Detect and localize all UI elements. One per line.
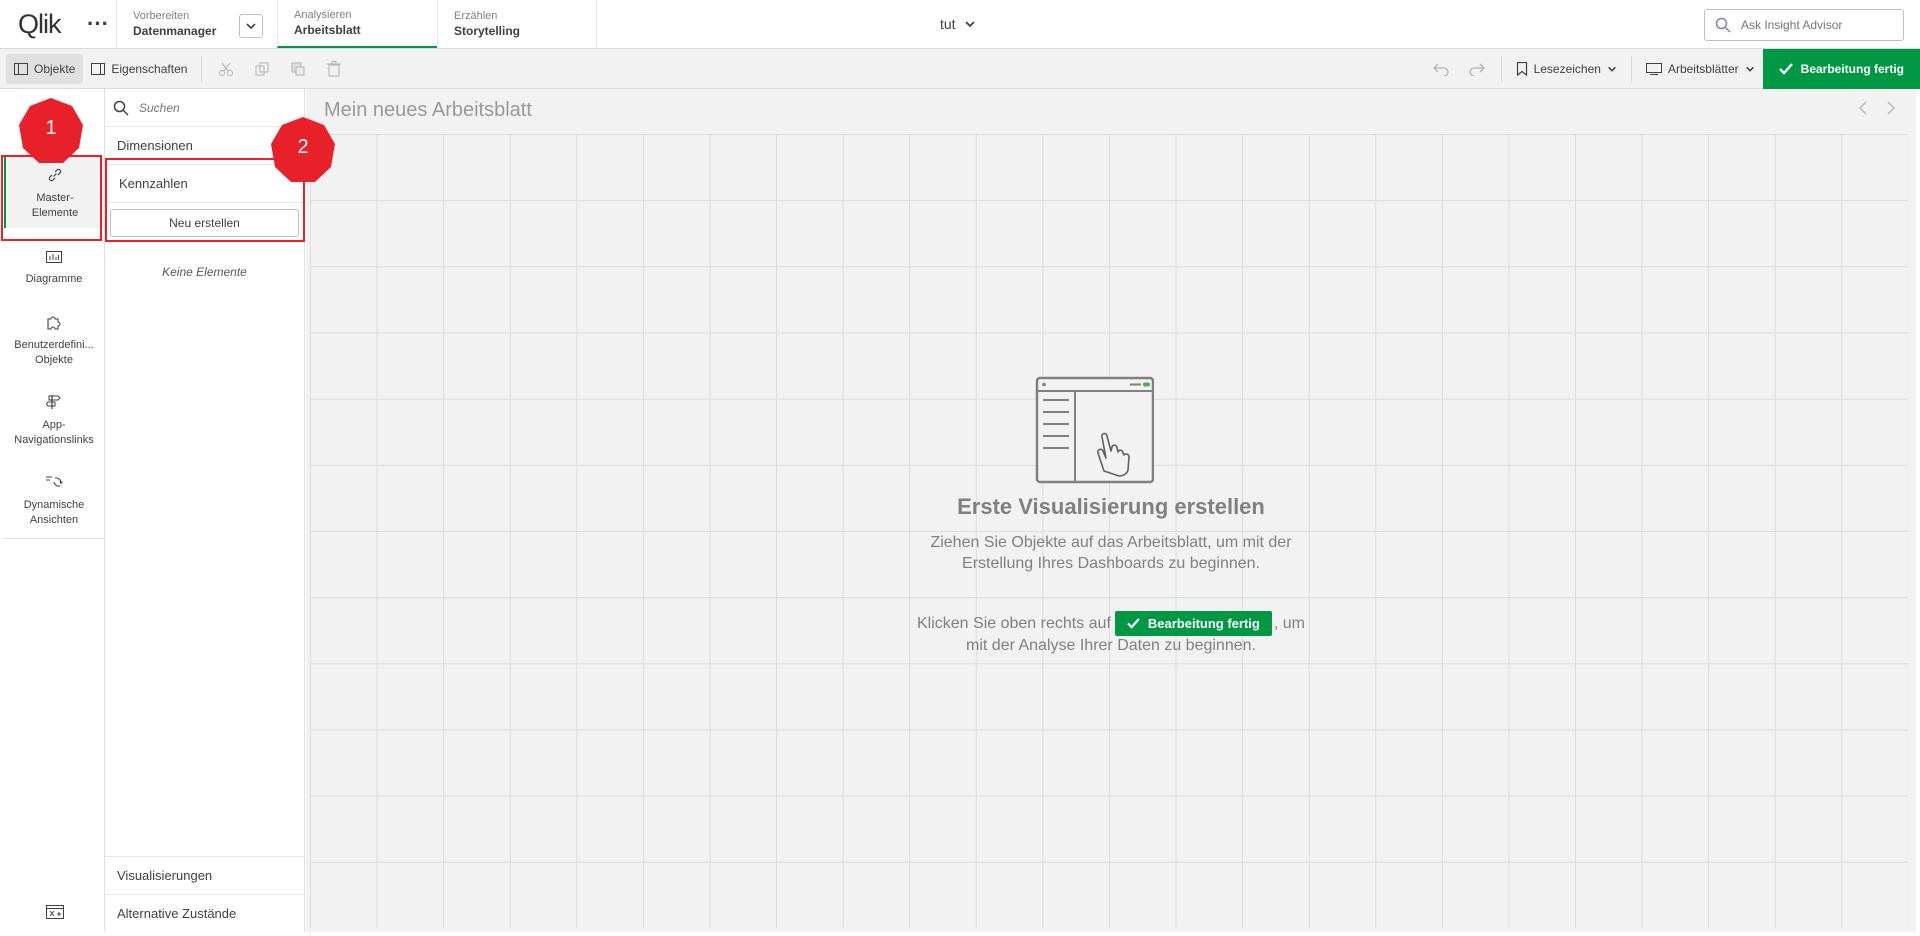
redo-button[interactable] (1459, 54, 1495, 84)
undo-button[interactable] (1423, 54, 1459, 84)
section-visualizations-label: Visualisierungen (117, 868, 213, 883)
sheets-button[interactable]: Arbeitsblätter (1638, 54, 1763, 84)
previous-sheet-icon[interactable] (1858, 101, 1868, 115)
rail-divider (4, 538, 104, 539)
empty-sheet-text-line2: Erstellung Ihres Dashboards zu beginnen. (962, 555, 1260, 572)
dynamic-views-icon (44, 472, 64, 492)
sheet-illustration-icon (1034, 375, 1155, 490)
paste-icon (291, 62, 305, 75)
prepare-dropdown-button[interactable] (239, 14, 263, 38)
toolbar-divider (1630, 56, 1632, 82)
checkmark-icon (1778, 63, 1793, 75)
rail-item-charts[interactable]: Diagramme (4, 247, 104, 285)
section-alternate-states[interactable]: Alternative Zustände (105, 894, 305, 932)
sheet-canvas[interactable]: Mein neues Arbeitsblatt Erste Visualisie… (306, 89, 1916, 932)
signpost-icon (44, 392, 64, 412)
app-title-dropdown[interactable]: tut (940, 16, 976, 32)
trash-icon (327, 60, 342, 76)
copy-button[interactable] (244, 54, 280, 84)
search-icon (113, 100, 129, 116)
objects-button[interactable]: Objekte (6, 53, 84, 84)
top-navigation-bar: Qlik ··· Vorbereiten Datenmanager Analys… (0, 0, 1920, 49)
done-editing-label: Bearbeitung fertig (1800, 62, 1904, 76)
section-dimensions-label: Dimensionen (117, 138, 193, 153)
toolbar-divider (1500, 56, 1502, 82)
chevron-down-icon (964, 21, 975, 28)
checkmark-icon (1127, 618, 1140, 629)
annotation-badge-2-label: 2 (297, 136, 309, 158)
tab-narrate-sub: Erzählen (454, 10, 498, 22)
toolbar-divider (201, 55, 203, 82)
inline-done-badge: Bearbeitung fertig (1114, 611, 1272, 636)
undo-icon (1432, 63, 1449, 76)
properties-label: Eigenschaften (111, 61, 188, 76)
insight-advisor-input[interactable] (1741, 18, 1891, 32)
next-sheet-icon[interactable] (1886, 101, 1896, 115)
rail-item-dynamic-views[interactable]: Dynamische Ansichten (4, 472, 104, 528)
rail-item-custom-objects[interactable]: Benutzerdefini... Objekte (4, 312, 104, 368)
copy-icon (255, 62, 269, 75)
paste-button[interactable] (280, 54, 316, 84)
empty-state-text: Keine Elemente (162, 265, 247, 279)
empty-sheet-text-line1: Ziehen Sie Objekte auf das Arbeitsblatt,… (930, 534, 1292, 551)
bookmarks-button[interactable]: Lesezeichen (1508, 54, 1625, 84)
qlik-logo[interactable]: Qlik (0, 0, 80, 48)
rail-item-label: Benutzerdefini... Objekte (14, 339, 94, 366)
annotation-badge-2: 2 (269, 116, 337, 184)
sheet-grid (310, 134, 1908, 928)
objects-label: Objekte (34, 61, 76, 76)
tab-narrate-main: Storytelling (454, 24, 521, 38)
chevron-down-icon (1608, 66, 1616, 72)
highlight-box-master-items (1, 155, 102, 241)
rail-item-label: Diagramme (25, 273, 83, 285)
insight-advisor-search[interactable] (1704, 9, 1904, 41)
section-alternate-states-label: Alternative Zustände (117, 906, 237, 921)
sheet-icon (1645, 63, 1662, 75)
edit-toolbar: Objekte Eigenschaften Lesezeichen Arbeit (0, 49, 1920, 89)
empty-sheet-text-line4: mit der Analyse Ihrer Daten zu beginnen. (966, 637, 1256, 654)
cut-button[interactable] (208, 54, 244, 84)
rail-item-app-navigation-links[interactable]: App- Navigationslinks (4, 392, 104, 448)
tab-prepare[interactable]: Vorbereiten Datenmanager (116, 0, 277, 48)
chevron-down-icon (246, 23, 256, 30)
more-menu-button[interactable]: ··· (80, 0, 116, 48)
tab-analyze[interactable]: Analysieren Arbeitsblatt (277, 0, 437, 48)
logo-text: Qlik (18, 8, 61, 39)
puzzle-icon (44, 312, 64, 332)
tab-analyze-sub: Analysieren (294, 9, 352, 21)
variable-icon (46, 905, 64, 919)
toolbar-right-group: Lesezeichen Arbeitsblätter Bearbeitung f… (1423, 49, 1920, 89)
delete-button[interactable] (316, 54, 352, 84)
tab-narrate[interactable]: Erzählen Storytelling (437, 0, 597, 48)
inline-done-label: Bearbeitung fertig (1147, 616, 1260, 631)
empty-sheet-title: Erste Visualisierung erstellen (957, 494, 1265, 519)
sheets-label: Arbeitsblätter (1667, 62, 1739, 76)
assets-bottom-sections: Visualisierungen Alternative Zustände (105, 856, 305, 932)
annotation-badge-1-label: 1 (45, 117, 57, 139)
bookmark-icon (1516, 62, 1527, 76)
properties-button[interactable]: Eigenschaften (83, 54, 195, 84)
done-editing-button[interactable]: Bearbeitung fertig (1762, 49, 1920, 89)
bar-chart-icon (44, 247, 64, 267)
panel-right-icon (91, 62, 106, 75)
bookmarks-label: Lesezeichen (1533, 62, 1601, 76)
panel-left-icon (14, 62, 28, 75)
empty-sheet-done-hint: Klicken Sie oben rechts auf Bearbeitung … (306, 611, 1916, 636)
rail-item-label: Dynamische Ansichten (23, 499, 85, 526)
tab-analyze-main: Arbeitsblatt (294, 23, 361, 37)
variables-button[interactable] (46, 905, 64, 924)
annotation-badge-1: 1 (17, 97, 85, 165)
hint-click-prefix: Klicken Sie oben rechts auf (917, 614, 1111, 632)
redo-icon (1468, 63, 1485, 76)
sheet-title[interactable]: Mein neues Arbeitsblatt (324, 99, 532, 122)
assets-search-input[interactable] (139, 100, 289, 115)
section-visualizations[interactable]: Visualisierungen (105, 856, 305, 894)
chevron-down-icon (1745, 66, 1754, 72)
search-icon (1715, 17, 1731, 33)
scissors-icon (219, 62, 234, 76)
app-title: tut (940, 16, 956, 32)
sheet-navigation (1858, 101, 1896, 115)
hint-click-suffix: , um (1273, 614, 1305, 632)
rail-item-label: App- Navigationslinks (14, 419, 94, 446)
